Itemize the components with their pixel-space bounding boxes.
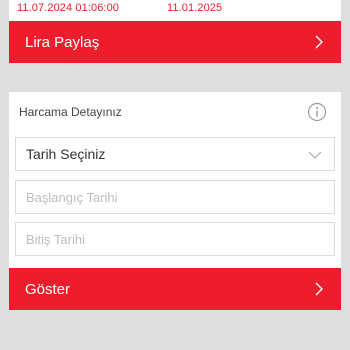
panel-title: Harcama Detayınız	[19, 105, 122, 119]
show-button[interactable]: Göster	[9, 268, 341, 310]
start-date-field[interactable]: Başlangıç Tarihi	[15, 180, 335, 214]
date-select-value: Tarih Seçiniz	[26, 146, 106, 162]
lira-share-button[interactable]: Lira Paylaş	[9, 21, 341, 63]
date-select[interactable]: Tarih Seçiniz	[15, 137, 335, 171]
chevron-right-icon	[315, 282, 323, 296]
spending-detail-panel: Harcama Detayınız Tarih Seçiniz Başlangı…	[9, 92, 341, 268]
end-date-placeholder: Bitiş Tarihi	[26, 231, 86, 247]
chevron-down-icon	[308, 151, 322, 159]
show-button-label: Göster	[25, 280, 71, 298]
start-date-placeholder: Başlangıç Tarihi	[26, 189, 118, 205]
date-range-card: 11.07.2024 01:06:00 11.01.2025	[9, 0, 341, 21]
info-icon[interactable]	[307, 102, 327, 122]
start-date-text: 11.07.2024 01:06:00	[17, 2, 120, 14]
end-date-text: 11.01.2025	[167, 2, 223, 14]
chevron-right-icon	[315, 35, 323, 49]
lira-share-label: Lira Paylaş	[25, 33, 100, 51]
end-date-field[interactable]: Bitiş Tarihi	[15, 222, 335, 256]
